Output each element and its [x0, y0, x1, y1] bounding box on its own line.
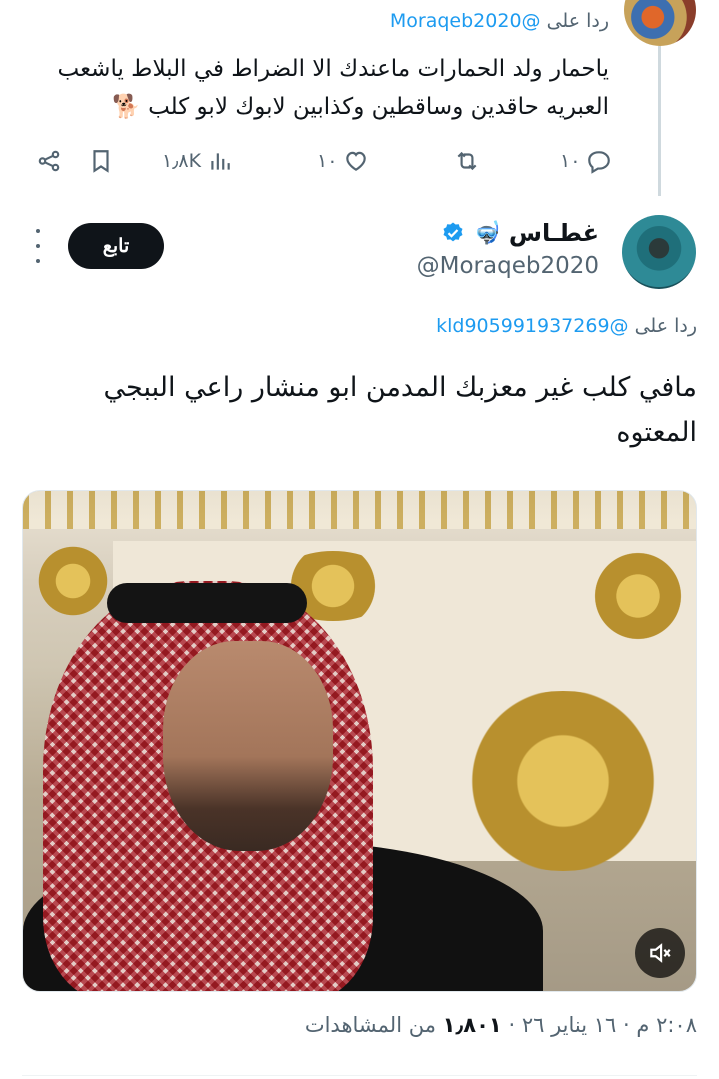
- tweet-views-count: ١٫٨٠١: [442, 1013, 502, 1037]
- author-display-name[interactable]: غطـاس 🤿: [441, 219, 599, 247]
- views-count: ١٫٨K: [162, 150, 202, 172]
- tweet-views-label: من المشاهدات: [304, 1013, 436, 1037]
- share-button[interactable]: [36, 141, 62, 181]
- main-tweet-text-line: المعتوه: [616, 417, 697, 448]
- share-icon: [38, 150, 60, 172]
- parent-reply-context: ردا على @Moraqeb2020: [390, 10, 609, 32]
- person-face: [163, 641, 333, 851]
- reply-button[interactable]: ١٠: [560, 141, 612, 181]
- parent-tweet-text-line: العبريه حاقدين وساقطين وكذابين لابوك لاب…: [112, 94, 609, 120]
- repost-icon: [457, 151, 477, 171]
- reply-icon: [588, 151, 611, 174]
- main-tweet-text: مافي كلب غير معزبك المدمن ابو منشار راعي…: [57, 365, 697, 455]
- diving-mask-emoji: 🤿: [473, 220, 501, 246]
- gold-ornament: [33, 541, 113, 621]
- parent-tweet-text: ياحمار ولد الحمارات ماعندك الا الضراط في…: [19, 50, 610, 126]
- parent-avatar[interactable]: [624, 0, 696, 46]
- main-tweet: غطـاس 🤿 @Moraqeb2020 تابع ردا على @kld90…: [0, 205, 719, 1079]
- like-count: ١٠: [317, 150, 338, 172]
- meta-separator: ·: [508, 1013, 516, 1037]
- tweet-video[interactable]: [22, 490, 697, 992]
- parent-action-bar: ١٠ ١٠ ١٫٨K: [30, 141, 612, 181]
- gold-ornament: [583, 551, 693, 641]
- bookmark-icon: [93, 150, 109, 173]
- parent-tweet-text-line: ياحمار ولد الحمارات ماعندك الا الضراط في…: [57, 56, 610, 82]
- thread-connector-line: [658, 46, 661, 196]
- verified-badge-icon: [443, 222, 463, 242]
- video-gold-railing: [23, 491, 696, 529]
- author-name-text: غطـاس: [508, 219, 599, 247]
- tweet-date[interactable]: ١٦ يناير ٢٦: [522, 1013, 617, 1037]
- like-button[interactable]: ١٠: [317, 141, 369, 181]
- tweet-metadata: ٢:٠٨ م · ١٦ يناير ٢٦ · ١٫٨٠١ من المشاهدا…: [305, 1013, 697, 1037]
- mute-toggle-button[interactable]: [635, 928, 685, 978]
- muted-speaker-icon: [650, 943, 671, 963]
- person-agal: [107, 583, 307, 623]
- tweet-time[interactable]: ٢:٠٨ م: [636, 1013, 697, 1037]
- divider: [22, 1075, 697, 1076]
- main-tweet-text-line: مافي كلب غير معزبك المدمن ابو منشار راعي…: [103, 372, 697, 403]
- author-handle[interactable]: @Moraqeb2020: [417, 253, 599, 279]
- parent-tweet[interactable]: ردا على @Moraqeb2020 ياحمار ولد الحمارات…: [0, 0, 719, 200]
- gold-ornament: [443, 691, 683, 871]
- bookmark-button[interactable]: [88, 141, 114, 181]
- main-reply-context: ردا على @kld905991937269: [436, 315, 697, 337]
- views-chart-icon: [211, 153, 230, 170]
- reply-handle-link[interactable]: @kld905991937269: [436, 315, 628, 337]
- heart-icon: [346, 151, 367, 171]
- meta-separator: ·: [623, 1013, 630, 1037]
- more-options-icon[interactable]: [28, 229, 48, 263]
- repost-button[interactable]: [448, 141, 480, 181]
- reply-count: ١٠: [560, 150, 581, 172]
- views-button[interactable]: ١٫٨K: [162, 141, 233, 181]
- reply-prefix: ردا على: [634, 315, 697, 337]
- follow-button[interactable]: تابع: [68, 223, 164, 269]
- reply-handle-link[interactable]: @Moraqeb2020: [390, 10, 541, 32]
- author-avatar[interactable]: [622, 215, 696, 289]
- reply-prefix: ردا على: [546, 10, 609, 32]
